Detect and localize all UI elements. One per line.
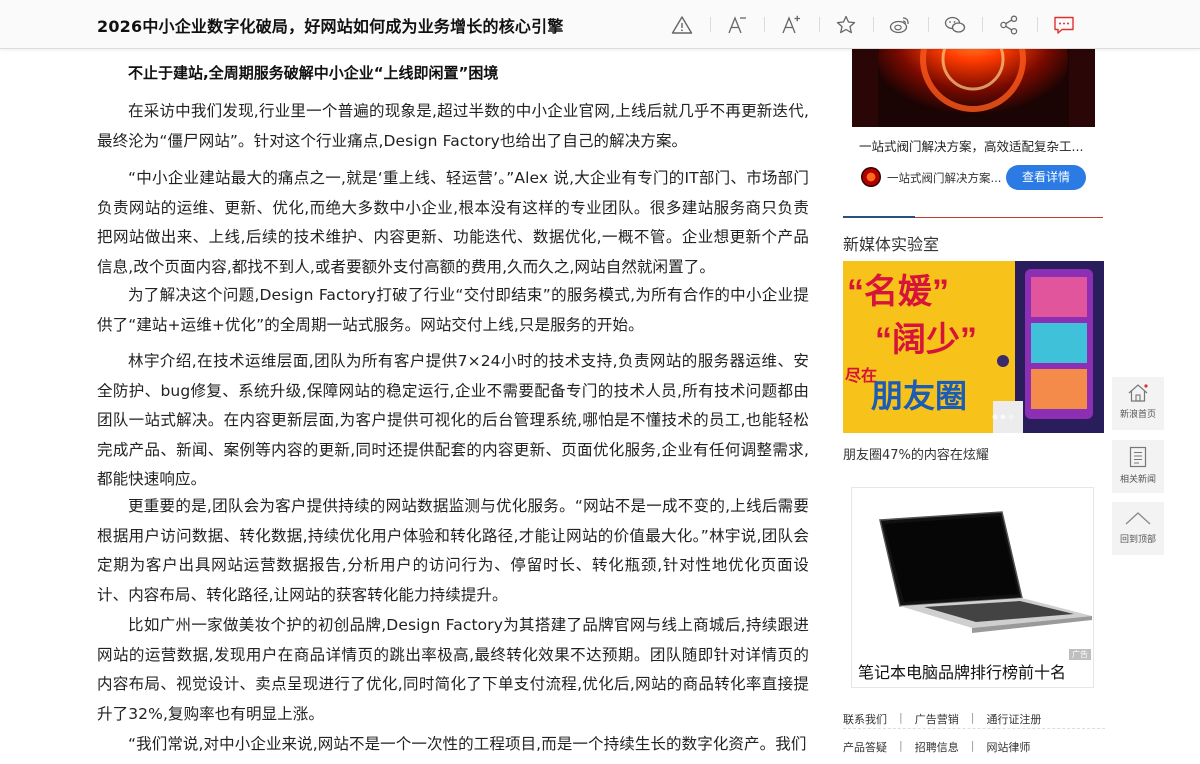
new-media-lab-promo[interactable]: “名媛” “阔少” 尽在 朋友圈 bbox=[843, 261, 1104, 433]
weibo-share-button[interactable] bbox=[873, 0, 928, 49]
article-paragraph: 比如广州一家做美妆个护的初创品牌,Design Factory为其搭建了品牌官网… bbox=[97, 616, 809, 723]
footer-link-contact[interactable]: 联系我们 bbox=[843, 711, 887, 727]
warning-icon bbox=[672, 15, 693, 34]
favorite-button[interactable] bbox=[818, 0, 874, 49]
promo-line-1: “名媛” bbox=[847, 273, 949, 311]
valve-ad-graphic bbox=[852, 49, 1095, 127]
valve-ad-image[interactable] bbox=[852, 49, 1095, 127]
footer-links-row-2: 产品答疑 | 招聘信息 | 网站律师 bbox=[843, 739, 1105, 755]
share-button[interactable] bbox=[982, 0, 1037, 49]
back-to-top-icon bbox=[1125, 512, 1151, 525]
promo-graphic: “名媛” “阔少” 尽在 朋友圈 bbox=[843, 261, 1104, 433]
section-rule bbox=[915, 217, 1103, 218]
font-increase-icon bbox=[782, 15, 801, 33]
top-bar: 2026中小企业数字化破局，好网站如何成为业务增长的核心引擎 bbox=[0, 0, 1200, 49]
valve-brand-logo bbox=[861, 167, 881, 187]
article-paragraph: 林宇介绍,在技术运维层面,团队为所有客户提供7×24小时的技术支持,负责网站的服… bbox=[97, 352, 809, 488]
footer-link-lawyer[interactable]: 网站律师 bbox=[986, 739, 1030, 755]
sidenav-related-news[interactable]: 相关新闻 bbox=[1112, 440, 1164, 493]
laptop-image bbox=[852, 488, 1093, 658]
valve-brand-name[interactable]: 一站式阀门解决方案... bbox=[887, 170, 1001, 186]
footer-links-row-1: 联系我们 | 广告营销 | 通行证注册 bbox=[843, 711, 1105, 727]
article-paragraph: 在采访中我们发现,行业里一个普遍的现象是,超过半数的中小企业官网,上线后就几乎不… bbox=[97, 102, 809, 150]
footer-separator: | bbox=[899, 711, 903, 724]
article-paragraph: “中小企业建站最大的痛点之一,就是‘重上线、轻运营’。”Alex 说,大企业有专… bbox=[97, 169, 809, 276]
article-toolbar bbox=[655, 0, 1091, 49]
view-details-button[interactable]: 查看详情 bbox=[1006, 165, 1086, 190]
wechat-icon bbox=[944, 16, 965, 33]
footer-link-passport[interactable]: 通行证注册 bbox=[986, 711, 1041, 727]
home-icon bbox=[1128, 384, 1148, 402]
sidenav-back-to-top[interactable]: 回到顶部 bbox=[1112, 502, 1164, 555]
report-button[interactable] bbox=[655, 0, 710, 49]
sidenav-home-label: 新浪首页 bbox=[1119, 410, 1156, 420]
share-icon bbox=[1000, 15, 1018, 34]
star-icon bbox=[836, 15, 855, 33]
article-title: 2026中小企业数字化破局，好网站如何成为业务增长的核心引擎 bbox=[97, 17, 564, 36]
font-decrease-button[interactable] bbox=[709, 0, 765, 49]
sidenav-top-label: 回到顶部 bbox=[1119, 535, 1156, 545]
sidenav-related-label: 相关新闻 bbox=[1119, 475, 1156, 485]
news-list-icon bbox=[1129, 446, 1147, 468]
article-paragraph: “我们常说,对中小企业来说,网站不是一个一次性的工程项目,而是一个持续生长的数字… bbox=[128, 735, 807, 753]
article-paragraph: 更重要的是,团队会为客户提供持续的网站数据监测与优化服务。“网站不是一成不变的,… bbox=[97, 497, 809, 604]
font-increase-button[interactable] bbox=[764, 0, 819, 49]
promo-line-2: “阔少” bbox=[875, 321, 977, 359]
comment-button[interactable] bbox=[1036, 0, 1092, 49]
laptop-ad-caption[interactable]: 笔记本电脑品牌排行榜前十名 bbox=[858, 659, 1066, 683]
footer-separator: | bbox=[899, 739, 903, 752]
footer-link-jobs[interactable]: 招聘信息 bbox=[915, 739, 959, 755]
section-title: 新媒体实验室 bbox=[843, 235, 940, 254]
wechat-share-button[interactable] bbox=[927, 0, 983, 49]
article-subheading: 不止于建站,全周期服务破解中小企业“上线即闲置”困境 bbox=[128, 64, 499, 82]
footer-separator: | bbox=[970, 711, 975, 724]
footer-link-advertising[interactable]: 广告营销 bbox=[915, 711, 959, 727]
section-rule-accent bbox=[843, 216, 915, 218]
footer-separator: | bbox=[970, 739, 975, 752]
footer-divider bbox=[843, 728, 1105, 729]
ad-badge: 广告 bbox=[1069, 649, 1091, 660]
article-paragraph: 为了解决这个问题,Design Factory打破了行业“交付即结束”的服务模式… bbox=[97, 286, 809, 334]
footer-link-faq[interactable]: 产品答疑 bbox=[843, 739, 887, 755]
sidenav-home[interactable]: 新浪首页 bbox=[1112, 377, 1164, 430]
promo-line-4: 朋友圈 bbox=[871, 378, 967, 414]
comment-icon bbox=[1054, 16, 1074, 34]
weibo-icon bbox=[890, 16, 909, 33]
font-decrease-icon bbox=[728, 15, 746, 33]
promo-caption[interactable]: 朋友圈47%的内容在炫耀 bbox=[843, 444, 989, 463]
laptop-ad-card[interactable]: 广告 笔记本电脑品牌排行榜前十名 bbox=[851, 487, 1094, 688]
valve-ad-caption[interactable]: 一站式阀门解决方案，高效适配复杂工... bbox=[859, 136, 1083, 155]
